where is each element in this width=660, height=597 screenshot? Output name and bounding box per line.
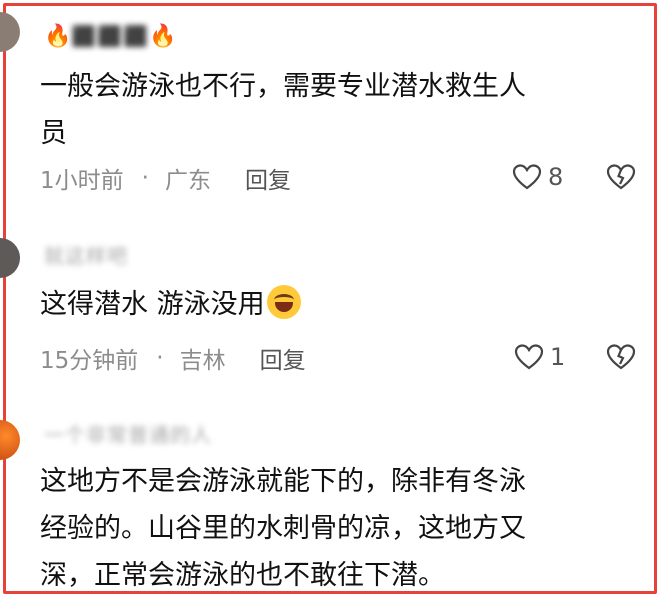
fire-icon: 🔥 (44, 23, 72, 49)
heart-outline-icon (512, 164, 542, 190)
comment-time: 15分钟前 (40, 348, 139, 374)
comment-text: 这得潜水 游泳没用 (40, 281, 630, 328)
avatar[interactable] (0, 420, 20, 460)
dislike-button[interactable] (606, 343, 636, 375)
broken-heart-icon (606, 344, 636, 370)
comment-username[interactable]: 就这样吧 (44, 239, 128, 269)
comment-location: 广东 (164, 168, 211, 194)
comment-time: 1小时前 (40, 168, 124, 194)
comment-location: 吉林 (179, 348, 226, 374)
comment-text: 一般会游泳也不行，需要专业潜水救生人 员 (40, 71, 526, 149)
fire-icon: 🔥 (149, 23, 177, 49)
meta-separator: · (156, 345, 164, 371)
like-count: 8 (548, 163, 564, 191)
dislike-button[interactable] (606, 163, 636, 195)
avatar[interactable] (0, 238, 20, 278)
laughing-tears-emoji-icon (266, 285, 301, 319)
reply-button[interactable]: 回复 (245, 161, 291, 195)
comment-section-frame: 🔥 ⬛⬛⬛ 🔥 一般会游泳也不行，需要专业潜水救生人 员 1小时前 · 广东 回… (0, 3, 657, 594)
broken-heart-icon (606, 164, 636, 190)
comment-text: 这地方不是会游泳就能下的，除非有冬泳 经验的。山谷里的水刺骨的凉，这地方又 深，… (40, 466, 526, 591)
comment-username[interactable]: 🔥 ⬛⬛⬛ 🔥 (44, 21, 177, 51)
meta-separator: · (141, 165, 149, 191)
comment-username[interactable]: 一个非常普通的人 (44, 418, 212, 448)
avatar[interactable] (0, 12, 20, 52)
heart-outline-icon (514, 344, 544, 370)
reply-button[interactable]: 回复 (260, 341, 306, 375)
like-count: 1 (550, 343, 566, 371)
like-button[interactable]: 8 (512, 163, 563, 191)
like-button[interactable]: 1 (514, 343, 565, 371)
